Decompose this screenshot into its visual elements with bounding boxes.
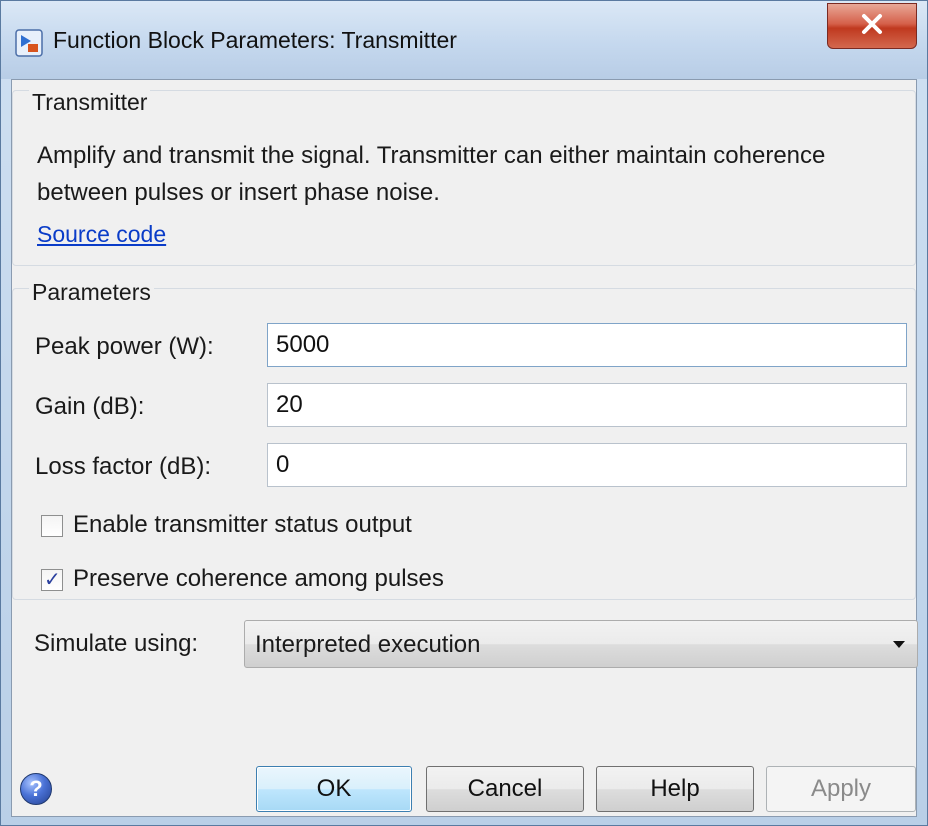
source-code-link[interactable]: Source code (37, 221, 166, 248)
close-button[interactable] (827, 3, 917, 49)
peak-power-label: Peak power (W): (35, 333, 214, 360)
block-description: Amplify and transmit the signal. Transmi… (37, 142, 826, 206)
simulate-using-label: Simulate using: (34, 630, 199, 657)
preserve-coherence-checkbox[interactable]: ✓ (41, 567, 63, 591)
description-group: Transmitter Amplify and transmit the sig… (12, 89, 916, 266)
preserve-coherence-label[interactable]: Preserve coherence among pulses (73, 565, 444, 593)
close-icon (860, 12, 884, 41)
title-bar[interactable]: Function Block Parameters: Transmitter (1, 1, 927, 79)
simulate-using-value: Interpreted execution (255, 631, 481, 658)
gain-field[interactable] (267, 383, 907, 427)
dialog-body: Transmitter Amplify and transmit the sig… (11, 79, 918, 817)
loss-factor-field[interactable] (267, 443, 907, 487)
chevron-down-icon (893, 641, 905, 648)
help-button[interactable]: Help (596, 766, 754, 812)
simulink-block-icon (15, 29, 43, 57)
enable-status-output-label[interactable]: Enable transmitter status output (73, 511, 412, 539)
checkmark-icon: ✓ (44, 567, 61, 591)
enable-status-output-checkbox[interactable] (41, 515, 63, 537)
window-title: Function Block Parameters: Transmitter (53, 27, 457, 53)
ok-button[interactable]: OK (256, 766, 412, 812)
gain-label: Gain (dB): (35, 393, 145, 420)
parameters-group: Parameters Peak power (W): Gain (dB): Lo… (12, 279, 916, 600)
cancel-button[interactable]: Cancel (426, 766, 584, 812)
parameters-group-title: Parameters (29, 279, 154, 306)
loss-factor-label: Loss factor (dB): (35, 453, 212, 480)
help-icon[interactable]: ? (20, 773, 52, 805)
dialog-window: Function Block Parameters: Transmitter T… (0, 0, 928, 826)
simulate-using-dropdown[interactable]: Interpreted execution (244, 620, 918, 668)
peak-power-field[interactable] (267, 323, 907, 367)
apply-button[interactable]: Apply (766, 766, 916, 812)
description-group-title: Transmitter (29, 89, 151, 116)
